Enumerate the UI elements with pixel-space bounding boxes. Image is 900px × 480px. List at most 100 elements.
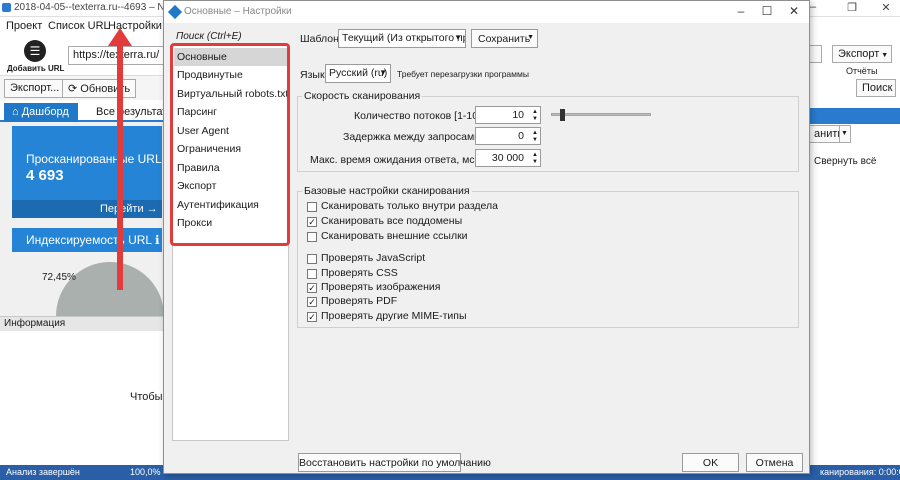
- menu-url-list[interactable]: Список URL: [48, 20, 110, 32]
- spin-down-icon[interactable]: ▼: [532, 116, 538, 123]
- checkbox[interactable]: [307, 232, 317, 242]
- tab-dashboard-label: Дашборд: [21, 106, 69, 118]
- indexability-percent: 72,45%: [42, 272, 76, 283]
- nav-item-basic[interactable]: Основные: [174, 48, 287, 66]
- nav-item-user-agent[interactable]: User Agent: [174, 122, 287, 140]
- add-url-icon[interactable]: ☰: [24, 40, 46, 62]
- bg-close-icon[interactable]: ✕: [876, 1, 896, 15]
- right-export-button[interactable]: Экспорт ▼: [832, 45, 892, 63]
- scanned-urls-value: 4 693: [26, 167, 64, 184]
- right-reports-label: Отчёты: [846, 66, 878, 76]
- checkbox-checked-icon[interactable]: ✓: [307, 312, 317, 322]
- dialog-minimize-icon[interactable]: –: [729, 4, 753, 20]
- info-panel-header: Информация: [0, 316, 170, 331]
- export-button[interactable]: Экспорт...: [4, 79, 66, 98]
- status-percent: 100,0%: [130, 467, 161, 477]
- checkbox-label[interactable]: Сканировать все поддомены: [321, 215, 462, 227]
- checkbox-label[interactable]: Сканировать внешние ссылки: [321, 230, 468, 242]
- threads-slider[interactable]: [551, 113, 651, 116]
- threads-slider-thumb[interactable]: [560, 109, 565, 121]
- app-icon: [2, 3, 11, 12]
- dialog-maximize-icon[interactable]: ☐: [755, 4, 779, 20]
- spin-down-icon[interactable]: ▼: [532, 159, 538, 166]
- nav-item-parsing[interactable]: Парсинг: [174, 103, 287, 121]
- checkbox-checked-icon[interactable]: ✓: [307, 217, 317, 227]
- annotation-arrow-head: [108, 28, 132, 46]
- add-url-label[interactable]: Добавить URL: [7, 64, 64, 73]
- template-select[interactable]: Текущий (Из открытого пр... ▼: [338, 29, 466, 48]
- restore-defaults-button[interactable]: Восстановить настройки по умолчанию: [298, 453, 491, 472]
- spin-up-icon[interactable]: ▲: [532, 130, 538, 137]
- indexability-card: Индексируемость URL ℹ: [12, 228, 162, 252]
- info-icon[interactable]: ℹ: [152, 233, 160, 247]
- threads-value: 10: [512, 109, 524, 121]
- bg-restore-icon[interactable]: ❐: [842, 1, 862, 15]
- right-search-button[interactable]: Поиск: [856, 79, 896, 97]
- chevron-down-icon: ▼: [379, 68, 387, 77]
- checkbox-label[interactable]: Проверять CSS: [321, 267, 398, 279]
- cancel-button[interactable]: Отмена: [746, 453, 803, 472]
- right-export-label: Экспорт: [838, 48, 880, 60]
- chevron-down-icon: ▼: [454, 33, 462, 42]
- checkbox-label[interactable]: Проверять изображения: [321, 281, 440, 293]
- annotation-arrow-shaft: [117, 40, 123, 290]
- home-icon: ⌂: [12, 106, 22, 118]
- dialog-title-bar: Основные – Настройки – ☐ ✕: [164, 1, 809, 23]
- checkbox-label[interactable]: Проверять другие MIME-типы: [321, 310, 467, 322]
- ok-button[interactable]: OK: [682, 453, 739, 472]
- settings-search-input[interactable]: Поиск (Ctrl+E): [172, 30, 288, 44]
- language-label: Язык:: [300, 69, 328, 81]
- delay-input[interactable]: 0 ▲ ▼: [475, 127, 541, 145]
- nav-item-advanced[interactable]: Продвинутые: [174, 66, 287, 84]
- dialog-close-icon[interactable]: ✕: [782, 4, 806, 20]
- refresh-button[interactable]: ⟳ Обновить: [62, 79, 137, 98]
- bg-right-dropdown-partial[interactable]: [808, 45, 822, 63]
- threads-input[interactable]: 10 ▲ ▼: [475, 106, 541, 124]
- save-template-button[interactable]: Сохранить ▼: [471, 29, 538, 48]
- bg-right-blue-bar: [808, 108, 900, 124]
- chevron-down-icon: ▼: [879, 52, 889, 59]
- save-button-label: Сохранить: [478, 33, 531, 45]
- refresh-icon: ⟳: [68, 83, 81, 95]
- checkbox-label[interactable]: Проверять PDF: [321, 295, 397, 307]
- nav-item-proxy[interactable]: Прокси: [174, 214, 287, 232]
- nav-item-restrictions[interactable]: Ограничения: [174, 140, 287, 158]
- right-partial-dropdown-icon[interactable]: ▼: [839, 125, 851, 143]
- checkbox-checked-icon[interactable]: ✓: [307, 283, 317, 293]
- nav-item-rules[interactable]: Правила: [174, 159, 287, 177]
- restart-note: Требует перезагрузки программы: [397, 69, 529, 79]
- checkbox-label[interactable]: Сканировать только внутри раздела: [321, 200, 498, 212]
- checkbox[interactable]: [307, 202, 317, 212]
- dialog-title: Основные – Настройки: [184, 6, 292, 17]
- checkbox[interactable]: [307, 269, 317, 279]
- nav-item-virtual-robots[interactable]: Виртуальный robots.txt: [174, 85, 288, 103]
- bg-right-area: Экспорт ▼ Отчёты Поиск анить ▼ Свернуть …: [808, 36, 900, 465]
- go-link[interactable]: Перейти →: [12, 200, 162, 218]
- collapse-all-label[interactable]: Свернуть всё: [814, 156, 876, 167]
- spin-up-icon[interactable]: ▲: [532, 109, 538, 116]
- nav-item-authentication[interactable]: Аутентификация: [174, 196, 287, 214]
- basic-crawl-group-title: Базовые настройки сканирования: [302, 185, 472, 197]
- threads-label: Количество потоков [1-100]:: [354, 110, 490, 122]
- status-right: канирования: 0:00:00: [820, 467, 900, 477]
- nav-item-export[interactable]: Экспорт: [174, 177, 287, 195]
- tab-dashboard[interactable]: ⌂ Дашборд: [4, 103, 78, 122]
- menu-project[interactable]: Проект: [6, 20, 42, 32]
- spin-up-icon[interactable]: ▲: [532, 152, 538, 159]
- info-panel: Чтобы п: [0, 331, 172, 465]
- indexability-title: Индексируемость URL: [26, 233, 152, 247]
- template-label: Шаблон:: [300, 33, 342, 45]
- checkbox[interactable]: [307, 254, 317, 264]
- settings-dialog: Основные – Настройки – ☐ ✕ Поиск (Ctrl+E…: [163, 0, 810, 474]
- checkbox-label[interactable]: Проверять JavaScript: [321, 252, 425, 264]
- checkbox-checked-icon[interactable]: ✓: [307, 297, 317, 307]
- spin-down-icon[interactable]: ▼: [532, 137, 538, 144]
- language-select[interactable]: Русский (ru) ▼: [325, 64, 391, 83]
- timeout-input[interactable]: 30 000 ▲ ▼: [475, 149, 541, 167]
- delay-value: 0: [518, 130, 524, 142]
- app-logo-icon: [167, 4, 183, 20]
- timeout-value: 30 000: [491, 152, 524, 164]
- speed-group-title: Скорость сканирования: [302, 90, 423, 102]
- template-select-value: Текущий (Из открытого пр...: [342, 32, 466, 44]
- scanned-urls-card: Просканированные URL 4 693 Перейти →: [12, 126, 162, 218]
